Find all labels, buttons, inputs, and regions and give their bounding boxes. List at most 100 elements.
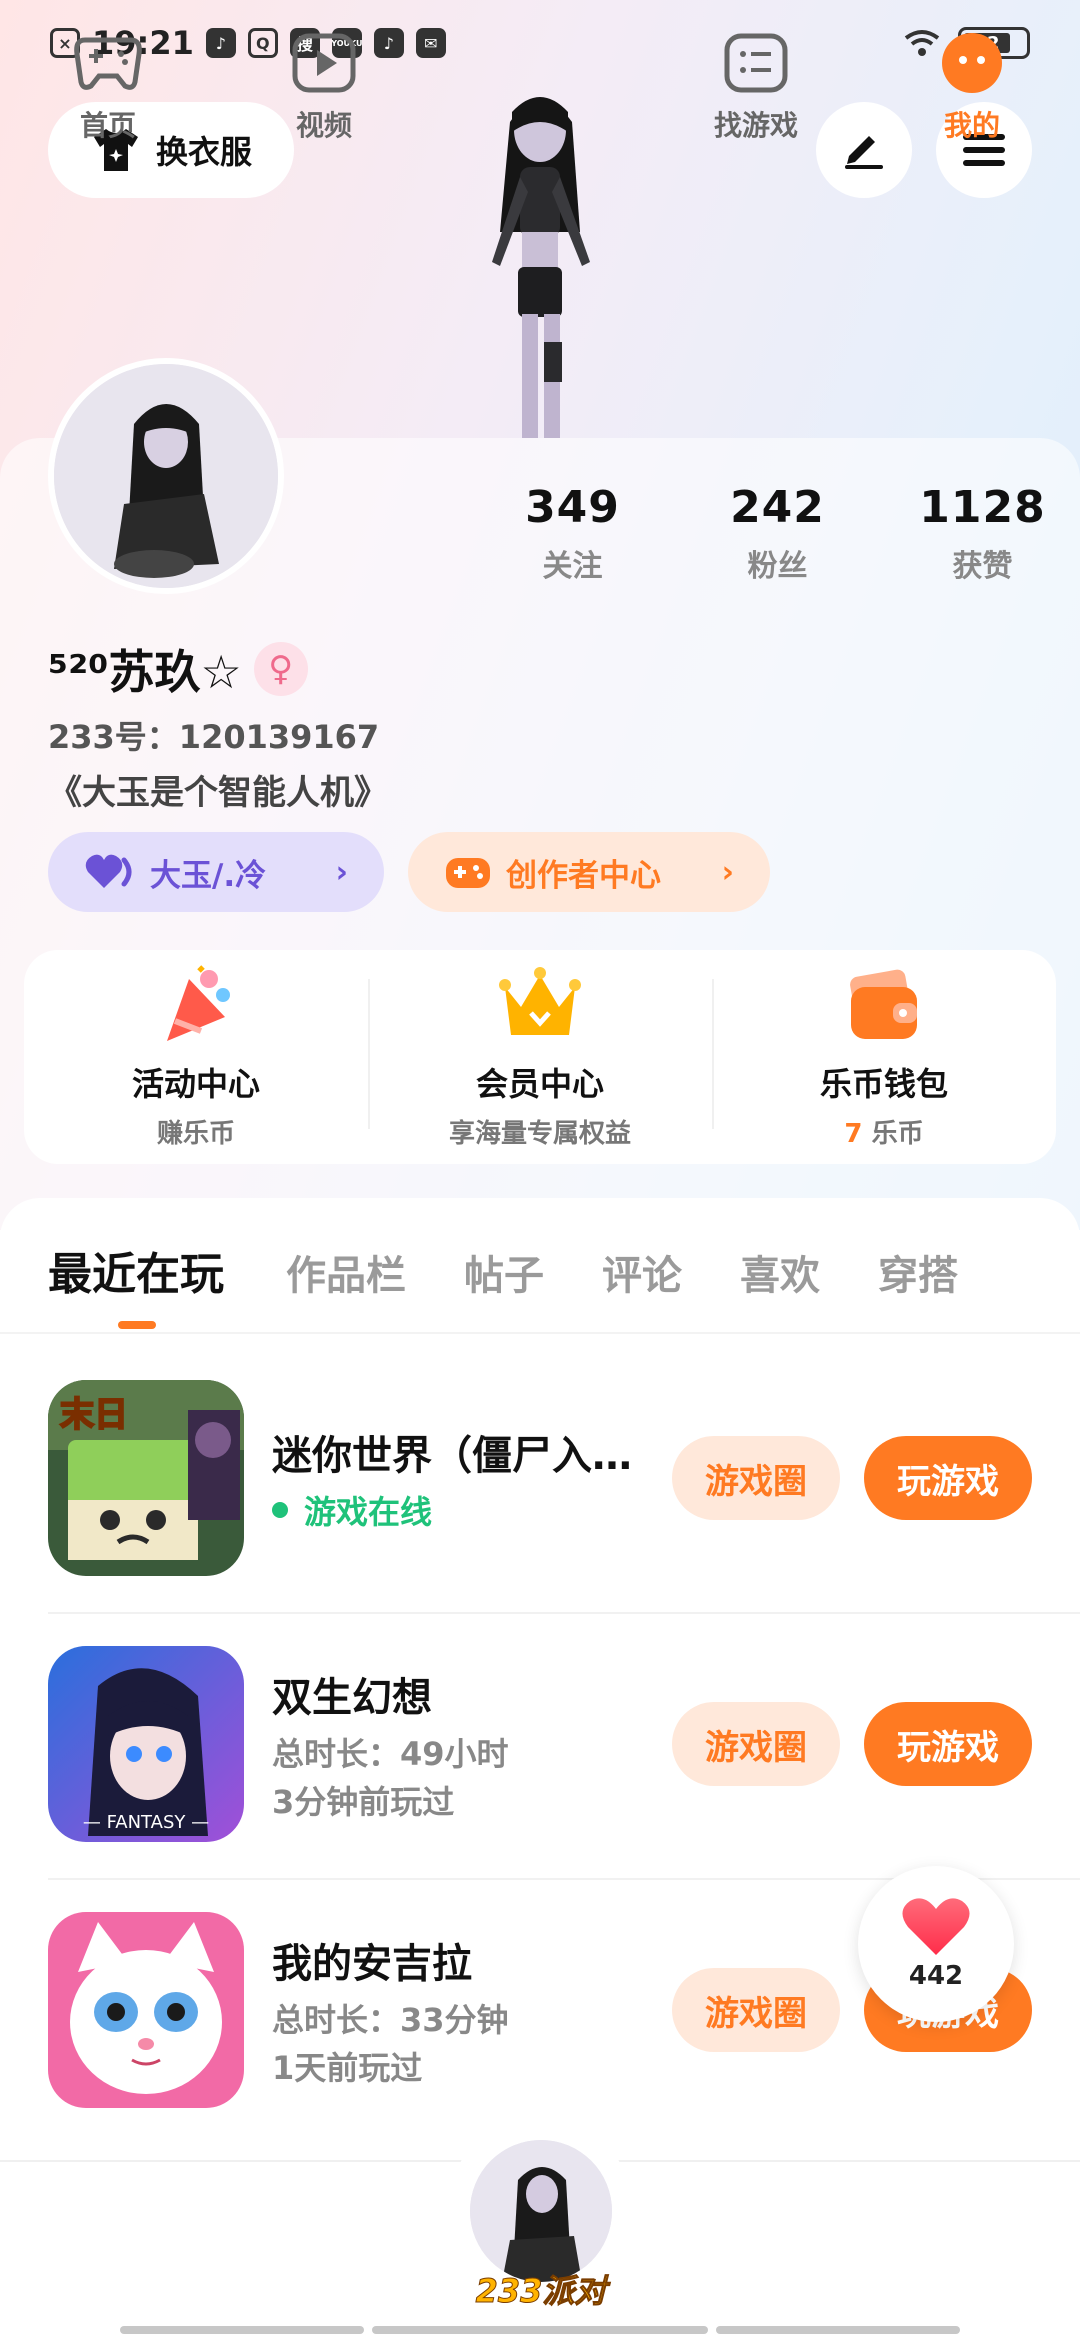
nav-mine[interactable]: 我的 [902, 32, 1042, 144]
likes-count: 1128 [919, 482, 1046, 533]
profile-avatar[interactable] [48, 358, 284, 594]
like-count: 442 [908, 1961, 964, 1991]
vip-center-sub: 享海量专属权益 [448, 1118, 631, 1149]
activity-center-title: 活动中心 [131, 1064, 260, 1103]
stat-likes[interactable]: 1128 获赞 [880, 482, 1080, 585]
stat-followers[interactable]: 242 粉丝 [675, 482, 880, 585]
gamepad-icon [74, 37, 142, 90]
tab-comments[interactable]: 评论 [602, 1243, 682, 1301]
wallet-icon [850, 969, 917, 1039]
floating-like-button[interactable]: 442 [858, 1866, 1014, 2022]
play-game-button[interactable]: 玩游戏 [864, 1702, 1032, 1786]
activity-center[interactable]: 活动中心 赚乐币 [24, 964, 368, 1150]
status-bar: × 19:21 ♪ Q 搜 YOUKU ♪ ✉ 22 [50, 18, 1030, 68]
game-circle-button[interactable]: 游戏圈 [672, 1968, 840, 2052]
nav-home[interactable]: 首页 [38, 32, 178, 144]
nav-home-label: 首页 [79, 109, 136, 142]
followers-count: 242 [730, 482, 825, 533]
user-id[interactable]: 233号：120139167 [48, 712, 379, 758]
followers-label: 粉丝 [747, 549, 808, 584]
game-info: 双生幻想 总时长：49小时 3分钟前玩过 [272, 1665, 672, 1823]
fantasy-logo: — FANTASY — [83, 1812, 209, 1833]
game-row[interactable]: — FANTASY — 双生幻想 总时长：49小时 3分钟前玩过 游戏圈 玩游戏 [48, 1646, 1032, 1842]
vip-center-title: 会员中心 [475, 1064, 604, 1103]
nickname-row: ⁵²⁰苏玖☆ ♀ [48, 636, 308, 702]
message-icon: ✉ [415, 28, 446, 58]
profile-stats: 349 关注 242 粉丝 1128 获赞 [470, 482, 1080, 585]
crown-icon [499, 966, 581, 1035]
edit-profile-button[interactable] [816, 102, 912, 198]
play-duration: 总时长：49小时 [272, 1735, 509, 1773]
last-played: 3分钟前玩过 [272, 1783, 455, 1821]
tab-posts[interactable]: 帖子 [464, 1243, 544, 1301]
nav-party-avatar[interactable] [470, 2140, 612, 2282]
tabs-divider [0, 1332, 1080, 1334]
game-info: 我的安吉拉 总时长：33分钟 1天前玩过 [272, 1931, 672, 2089]
game-circle-button[interactable]: 游戏圈 [672, 1702, 840, 1786]
female-gender-icon: ♀ [253, 642, 308, 696]
nav-video-label: 视频 [295, 109, 352, 142]
creator-center-label: 创作者中心 [506, 857, 661, 894]
game-info: 迷你世界（僵尸入侵） 游戏在线 [272, 1423, 672, 1533]
relation-pill[interactable]: 大玉/.冷 › [48, 832, 384, 912]
nickname: ⁵²⁰苏玖☆ [48, 645, 242, 699]
online-dot-icon [272, 1502, 288, 1518]
heart-icon [902, 1898, 970, 1955]
game-icon-mini-world[interactable]: 末日 [48, 1380, 244, 1576]
online-status: 游戏在线 [272, 1487, 672, 1533]
tab-recent-played[interactable]: 最近在玩 [48, 1238, 224, 1302]
signature: 《大玉是个智能人机》 [48, 773, 388, 813]
gesture-bar [120, 2326, 364, 2334]
nav-party-label[interactable]: 233派对 [460, 2266, 622, 2312]
row-divider [48, 1612, 1080, 1614]
gesture-bar [716, 2326, 960, 2334]
vip-center[interactable]: 会员中心 享海量专属权益 [368, 965, 712, 1150]
coin-wallet[interactable]: 乐币钱包 7 乐币 [712, 965, 1056, 1150]
pen-icon [845, 136, 883, 169]
game-icon-my-angela[interactable] [48, 1912, 244, 2108]
profile-tabs: 最近在玩 作品栏 帖子 评论 喜欢 穿搭 [48, 1238, 958, 1302]
online-status-label: 游戏在线 [304, 1493, 433, 1531]
game-row[interactable]: 末日 迷你世界（僵尸入侵） 游戏在线 游戏圈 玩游戏 [48, 1380, 1032, 1576]
following-count: 349 [525, 482, 620, 533]
nav-video[interactable]: 视频 [254, 32, 394, 144]
play-duration: 总时长：33分钟 [272, 2001, 509, 2039]
tab-likes[interactable]: 喜欢 [740, 1243, 820, 1301]
avatar-3d-character[interactable] [440, 82, 640, 438]
gamepad-icon [446, 858, 490, 888]
game-title: 我的安吉拉 [272, 1941, 472, 1987]
heart-link-icon [85, 854, 132, 888]
likes-label: 获赞 [952, 549, 1013, 584]
nav-find-games-label: 找游戏 [713, 109, 798, 142]
gesture-bar [372, 2326, 708, 2334]
coin-unit: 乐币 [862, 1118, 924, 1149]
coin-wallet-title: 乐币钱包 [819, 1064, 948, 1103]
nav-find-games[interactable]: 找游戏 [686, 32, 826, 144]
stat-following[interactable]: 349 关注 [470, 482, 675, 585]
coin-balance: 7 [844, 1118, 863, 1149]
coin-wallet-sub: 7 乐币 [712, 1113, 1056, 1150]
nav-mine-label: 我的 [943, 109, 1000, 142]
relation-label: 大玉/.冷 [150, 857, 267, 894]
game-title: 迷你世界（僵尸入侵） [272, 1433, 662, 1479]
game-icon-twin-fantasy[interactable]: — FANTASY — [48, 1646, 244, 1842]
activity-center-sub: 赚乐币 [156, 1118, 235, 1149]
list-icon [724, 33, 788, 93]
play-video-icon [292, 33, 356, 93]
following-label: 关注 [542, 549, 603, 584]
play-game-button[interactable]: 玩游戏 [864, 1436, 1032, 1520]
smile-face-icon [942, 33, 1002, 93]
avatar-image [54, 364, 278, 588]
tab-outfits[interactable]: 穿搭 [878, 1243, 958, 1301]
last-played: 1天前玩过 [272, 2049, 423, 2087]
active-tab-indicator [118, 1321, 156, 1329]
quick-actions: 活动中心 赚乐币 会员中心 享海量专属权益 乐币钱包 7 乐币 [24, 950, 1056, 1164]
tab-works[interactable]: 作品栏 [286, 1243, 406, 1301]
party-popper-icon [167, 964, 230, 1041]
game-icon-badge: 末日 [60, 1395, 128, 1435]
tiktok-icon: ♪ [205, 28, 236, 58]
game-title: 双生幻想 [272, 1675, 432, 1721]
game-circle-button[interactable]: 游戏圈 [672, 1436, 840, 1520]
creator-center-pill[interactable]: 创作者中心 › [408, 832, 770, 912]
chevron-right-icon: › [721, 854, 734, 890]
